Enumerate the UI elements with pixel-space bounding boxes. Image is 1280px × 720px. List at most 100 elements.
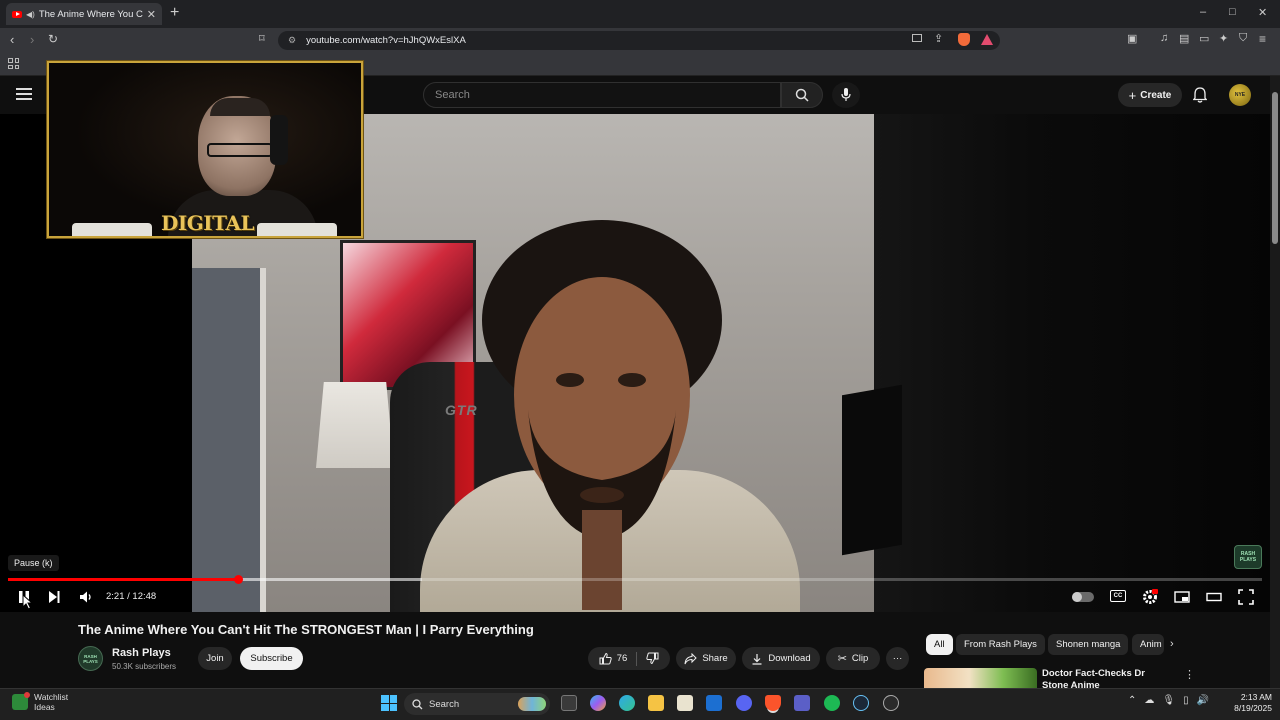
tab-close-icon[interactable]: ✕ (147, 8, 156, 21)
brave-rewards-icon[interactable] (981, 34, 993, 45)
teams-icon[interactable] (794, 695, 810, 711)
microphone-tray-icon[interactable]: 🎙 (1162, 695, 1175, 706)
recommended-thumbnail[interactable] (924, 668, 1037, 688)
voice-search-button[interactable] (832, 82, 860, 108)
cast-icon[interactable] (912, 34, 922, 42)
chip-all[interactable]: All (926, 634, 953, 655)
app-icon[interactable] (883, 695, 899, 711)
clip-button[interactable]: ✂ Clip (826, 647, 880, 670)
brave-shields-icon[interactable] (958, 33, 970, 46)
recommended-more-icon[interactable]: ⋮ (1184, 668, 1195, 681)
brave-taskbar-icon[interactable] (765, 695, 781, 711)
network-icon[interactable]: ▯ (1183, 695, 1189, 706)
microsoft-store-icon[interactable] (677, 695, 693, 711)
download-icon (752, 653, 762, 665)
steam-icon[interactable] (853, 695, 869, 711)
chip-anime[interactable]: Anim (1132, 634, 1164, 655)
back-icon[interactable]: ‹ (10, 32, 14, 47)
onedrive-icon[interactable]: ☁ (1144, 695, 1154, 706)
time-display: 2:21 / 12:48 (106, 591, 157, 602)
create-label: Create (1140, 89, 1172, 101)
speaker-icon[interactable]: 🔊 (1197, 695, 1209, 706)
search-input[interactable]: Search (423, 82, 781, 108)
captions-button[interactable]: CC (1110, 590, 1126, 602)
task-view-icon[interactable] (561, 695, 577, 711)
user-avatar[interactable]: NYE (1229, 84, 1251, 106)
clock-time: 2:13 AM (1240, 692, 1272, 702)
browser-tab-active[interactable]: ◀) The Anime Where You Can't Hit ✕ (6, 3, 162, 25)
reading-list-icon[interactable]: ▤ (1179, 32, 1189, 45)
share-page-icon[interactable]: ⇪ (934, 32, 943, 45)
dislike-icon[interactable] (646, 652, 659, 665)
create-button[interactable]: + Create (1118, 83, 1182, 107)
video-frame-shadow (874, 114, 1270, 612)
forward-icon[interactable]: › (30, 32, 34, 47)
audio-playing-icon[interactable]: ◀) (26, 10, 35, 19)
more-actions-button[interactable]: ··· (886, 647, 909, 670)
next-video-button[interactable] (46, 589, 62, 605)
tray-overflow-icon[interactable]: ⌃ (1128, 695, 1136, 706)
bookmark-icon[interactable]: ⌑ (259, 32, 265, 45)
vpn-icon[interactable]: ⛉ (1239, 32, 1247, 45)
close-window-button[interactable]: ✕ (1258, 6, 1267, 19)
guide-menu-icon[interactable] (16, 88, 32, 100)
windows-start-button[interactable] (381, 695, 397, 711)
chip-shonen-manga[interactable]: Shonen manga (1048, 634, 1129, 655)
share-button[interactable]: Share (676, 647, 736, 670)
outlook-icon[interactable] (706, 695, 722, 711)
recommended-title[interactable]: Doctor Fact-Checks Dr Stone Anime (1042, 668, 1172, 688)
url-bar[interactable]: ⚙ youtube.com/watch?v=hJhQWxEslXA (278, 31, 1000, 50)
chevron-right-icon[interactable]: › (1170, 638, 1174, 650)
fullscreen-icon[interactable] (1238, 589, 1254, 605)
chip-from-rash-plays[interactable]: From Rash Plays (956, 634, 1045, 655)
copilot-icon[interactable] (590, 695, 606, 711)
download-button[interactable]: Download (742, 647, 820, 670)
browser-tab-bar (0, 0, 1280, 28)
like-count[interactable]: 76 (617, 653, 628, 664)
notifications-bell-icon[interactable] (1193, 87, 1207, 103)
windows-taskbar (0, 688, 1280, 720)
minimize-button[interactable]: – (1200, 6, 1206, 18)
share-icon (684, 652, 698, 664)
like-icon[interactable] (599, 652, 612, 665)
subscriber-count: 50.3K subscribers (112, 662, 177, 671)
media-icon[interactable]: ♫ (1160, 32, 1168, 44)
channel-watermark[interactable]: RASH PLAYS (1234, 545, 1262, 569)
subscribe-button[interactable]: Subscribe (240, 647, 303, 670)
system-tray: ⌃ ☁ 🎙 ▯ 🔊 (1128, 695, 1209, 706)
video-door (192, 268, 266, 612)
microphone-icon (841, 88, 851, 101)
browser-menu-icon[interactable]: ≡ (1259, 32, 1266, 46)
leo-ai-icon[interactable]: ✦ (1219, 32, 1228, 45)
join-button[interactable]: Join (198, 647, 232, 670)
new-tab-icon[interactable]: + (170, 4, 179, 22)
channel-avatar[interactable]: RASH PLAYS (78, 646, 103, 671)
taskbar-search[interactable]: Search (404, 693, 550, 715)
page-scrollbar-thumb[interactable] (1272, 92, 1278, 244)
volume-button[interactable] (78, 589, 94, 605)
clock-date: 8/19/2025 (1234, 703, 1272, 713)
search-button[interactable] (781, 82, 823, 108)
maximize-button[interactable]: □ (1229, 6, 1236, 18)
site-info-icon[interactable]: ⚙ (288, 35, 296, 46)
wallet-icon[interactable]: ▭ (1199, 32, 1209, 45)
settings-gear-icon[interactable] (1142, 589, 1158, 605)
taskbar-clock[interactable]: 2:13 AM 8/19/2025 (1228, 692, 1272, 714)
download-label: Download (768, 653, 811, 664)
widget-line1: Watchlist (34, 692, 69, 702)
channel-name[interactable]: Rash Plays (112, 647, 171, 659)
apps-grid-icon[interactable] (8, 58, 19, 69)
sidebar-toggle-icon[interactable]: ▣ (1127, 32, 1137, 45)
reload-icon[interactable]: ↻ (48, 32, 58, 46)
theater-mode-icon[interactable] (1206, 589, 1222, 605)
miniplayer-icon[interactable] (1174, 589, 1190, 605)
widgets-button[interactable]: Watchlist Ideas (12, 692, 68, 712)
spotify-icon[interactable] (824, 695, 840, 711)
like-divider (636, 651, 638, 666)
file-explorer-icon[interactable] (648, 695, 664, 711)
edge-browser-icon[interactable] (619, 695, 635, 711)
search-highlight-icon (518, 697, 546, 711)
taskbar-search-icon (412, 698, 423, 709)
autoplay-toggle[interactable] (1072, 592, 1094, 602)
discord-icon[interactable] (736, 695, 752, 711)
